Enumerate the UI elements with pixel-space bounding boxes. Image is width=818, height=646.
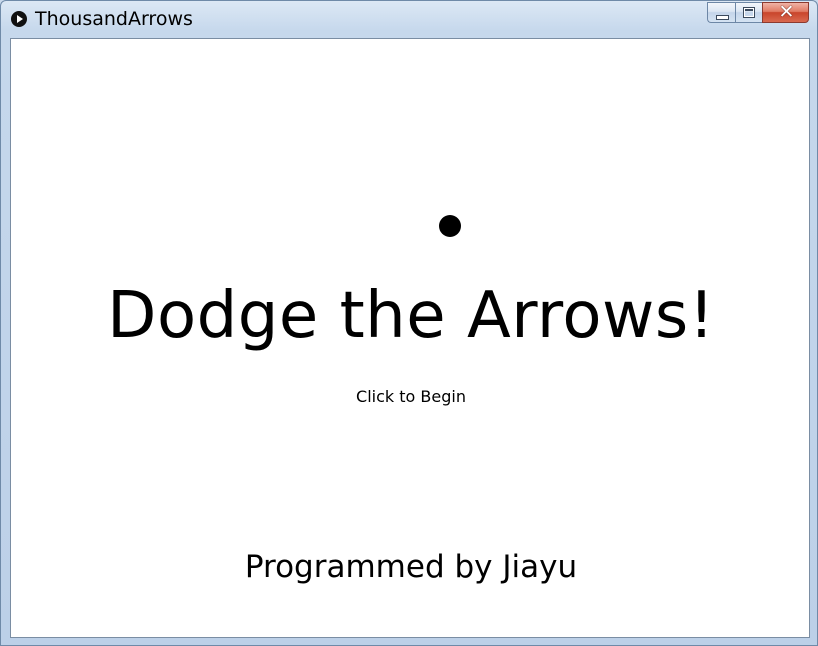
play-circle-icon[interactable] xyxy=(11,11,27,27)
window-title: ThousandArrows xyxy=(35,8,193,30)
minimize-button[interactable] xyxy=(707,2,735,23)
game-headline: Dodge the Arrows! xyxy=(107,279,715,353)
close-icon: ✕ xyxy=(778,1,795,23)
maximize-icon xyxy=(743,7,755,18)
credits-text: Programmed by Jiayu xyxy=(244,549,578,585)
app-window: ThousandArrows ✕ Dodge the Arrows! Click… xyxy=(0,0,818,646)
game-canvas[interactable]: Dodge the Arrows! Click to Begin Program… xyxy=(10,38,810,638)
window-controls: ✕ xyxy=(707,1,809,24)
player-dot xyxy=(439,215,461,237)
minimize-icon xyxy=(716,15,729,20)
close-button[interactable]: ✕ xyxy=(762,1,809,23)
title-bar[interactable]: ThousandArrows ✕ xyxy=(1,1,817,37)
maximize-button[interactable] xyxy=(735,2,762,23)
start-prompt[interactable]: Click to Begin xyxy=(11,387,811,407)
